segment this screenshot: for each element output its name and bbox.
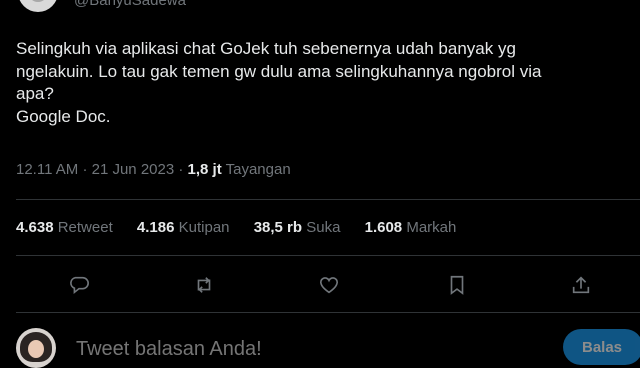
bookmark-button[interactable] — [440, 268, 474, 302]
views-count: 1,8 jt — [187, 161, 222, 178]
share-button[interactable] — [564, 268, 598, 302]
divider — [16, 199, 640, 200]
tweet-text: Selingkuh via aplikasi chat GoJek tuh se… — [16, 38, 606, 128]
stat-value: 1.608 — [364, 219, 403, 236]
share-icon — [572, 276, 590, 294]
heart-icon — [319, 277, 339, 294]
retweet-icon — [197, 277, 211, 293]
stat-label: Suka — [306, 219, 341, 236]
reply-button[interactable] — [62, 268, 96, 302]
views-label: Tayangan — [225, 161, 291, 178]
author-avatar[interactable] — [16, 0, 60, 14]
stat-label: Retweet — [57, 219, 113, 236]
tweet-line: Google Doc. — [16, 106, 111, 126]
tweet-date[interactable]: 21 Jun 2023 — [92, 161, 175, 178]
user-avatar — [16, 328, 56, 368]
bookmark-icon — [450, 275, 464, 295]
meta-separator: · — [82, 161, 88, 178]
stat-bookmarks[interactable]: 1.608 Markah — [365, 219, 457, 236]
stat-value: 4.186 — [136, 219, 175, 236]
tweet-meta: 12.11 AM · 21 Jun 2023 · 1,8 jt Tayangan — [16, 161, 291, 178]
retweet-button[interactable] — [187, 268, 221, 302]
reply-input[interactable] — [76, 338, 496, 361]
engagement-stats: 4.638 Retweet 4.186 Kutipan 38,5 rb Suka… — [16, 219, 476, 236]
divider — [16, 255, 640, 256]
stat-retweets[interactable]: 4.638 Retweet — [16, 219, 113, 236]
avatar-face — [28, 0, 48, 2]
tweet-time[interactable]: 12.11 AM — [16, 161, 78, 178]
meta-separator: · — [178, 161, 184, 178]
tweet-line: apa? — [16, 84, 54, 103]
reply-icon — [70, 276, 89, 295]
stat-label: Kutipan — [178, 219, 230, 236]
author-handle[interactable]: @BanyuSadewa — [74, 0, 186, 9]
stat-value: 38,5 rb — [253, 219, 303, 236]
stat-label: Markah — [406, 219, 457, 236]
like-button[interactable] — [312, 268, 346, 302]
action-bar — [0, 268, 640, 302]
avatar-face — [28, 340, 44, 358]
tweet-line: Selingkuh via aplikasi chat GoJek tuh se… — [16, 39, 516, 58]
stat-value: 4.638 — [16, 219, 54, 236]
stat-likes[interactable]: 38,5 rb Suka — [254, 219, 341, 236]
stat-quotes[interactable]: 4.186 Kutipan — [137, 219, 230, 236]
tweet-line: ngelakuin. Lo tau gak temen gw dulu ama … — [16, 61, 542, 81]
divider — [16, 312, 640, 313]
